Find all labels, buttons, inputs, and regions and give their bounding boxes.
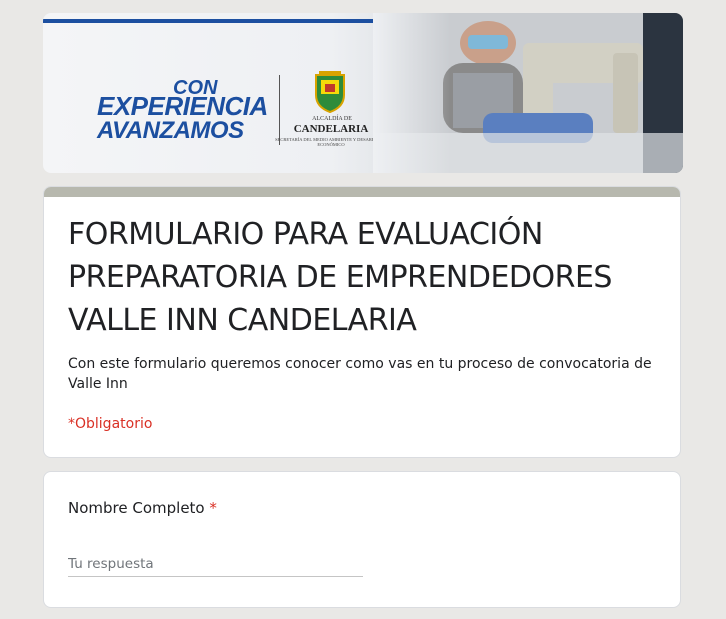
form-description: Con este formulario queremos conocer com… xyxy=(68,356,652,392)
alcaldia-name: CANDELARIA xyxy=(293,123,369,135)
logo-avanzamos-text: AVANZAMOS xyxy=(97,117,244,144)
question-label: Nombre Completo * xyxy=(68,499,217,517)
form-title: FORMULARIO PARA EVALUACIÓN PREPARATORIA … xyxy=(68,217,612,338)
question-card-nombre: Nombre Completo * xyxy=(43,471,681,608)
candelaria-crest-icon xyxy=(315,71,345,113)
seamstress-photo-image xyxy=(373,13,683,173)
required-note: *Obligatorio xyxy=(68,416,153,432)
header-banner-image: CON EXPERIENCIA AVANZAMOS ALCALDÍA DE CA… xyxy=(43,13,683,173)
nombre-completo-input[interactable] xyxy=(68,552,363,577)
alcaldia-label: ALCALDÍA DE xyxy=(312,116,352,122)
form-header-card: FORMULARIO PARA EVALUACIÓN PREPARATORIA … xyxy=(43,186,681,458)
logo-divider xyxy=(279,75,280,145)
required-asterisk: * xyxy=(209,499,217,517)
question-label-text: Nombre Completo xyxy=(68,499,205,517)
alcaldia-subtitle: SECRETARÍA DEL MEDIO AMBIENTE Y DESARROL… xyxy=(275,137,387,147)
header-color-bar xyxy=(44,187,680,197)
